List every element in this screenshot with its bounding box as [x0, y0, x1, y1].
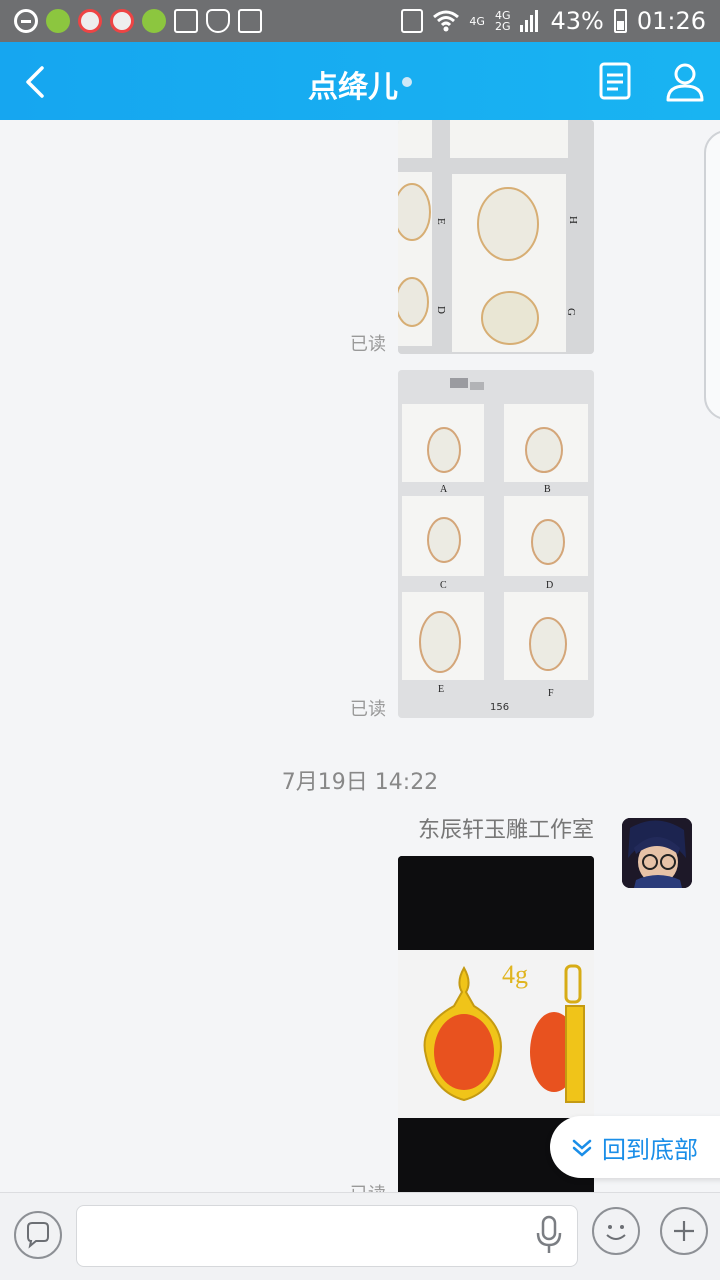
app-notification-icon: [142, 9, 166, 33]
catalog-label: A: [440, 484, 448, 495]
online-status-dot: [402, 77, 412, 87]
chat-title: 点绛儿: [308, 70, 398, 105]
message-input-bar: [0, 1192, 720, 1280]
battery-level: 43%: [550, 7, 604, 35]
status-bar: 4G 4G 2G 43% 01:26: [0, 0, 720, 42]
chevron-down-icon: [572, 1139, 592, 1157]
read-receipt: 已读: [350, 1180, 386, 1192]
svg-text:H: H: [567, 216, 579, 224]
microphone-icon[interactable]: [536, 1215, 562, 1255]
svg-text:E: E: [435, 218, 447, 225]
message-timestamp: 7月19日 14:22: [281, 770, 439, 795]
wifi-icon: [433, 10, 460, 32]
plus-icon[interactable]: [660, 1207, 708, 1255]
shield-icon: [206, 9, 230, 33]
signal-icon: [520, 10, 539, 32]
jump-to-bottom-label: 回到底部: [602, 1135, 698, 1164]
gallery-icon: [174, 9, 198, 33]
chat-header: 点绛儿: [0, 42, 720, 120]
partner-bubble-edge: [704, 130, 720, 420]
photo-caption: 4g: [502, 960, 528, 989]
sender-name: 东辰轩玉雕工作室: [417, 818, 594, 843]
catalog-label: F: [548, 688, 554, 699]
avatar-image: [622, 818, 692, 888]
catalog-label: E: [438, 684, 445, 695]
svg-text:G: G: [565, 308, 577, 316]
clock: 01:26: [636, 7, 706, 35]
catalog-page-number: 156: [490, 702, 510, 713]
battery-icon: [613, 9, 627, 33]
recycle-icon: [238, 9, 262, 33]
catalog-label: C: [440, 580, 447, 591]
jade-catalog-photo: E D H G: [398, 120, 594, 354]
message-list[interactable]: E D H G 已读 A B C D E F 156 已读 7月19日 14:2…: [0, 120, 720, 1192]
catalog-label: D: [546, 580, 554, 591]
chat-bubble-icon[interactable]: [14, 1211, 62, 1259]
avatar[interactable]: [622, 818, 692, 888]
message-input[interactable]: [76, 1205, 578, 1267]
jade-catalog-photo: [398, 370, 594, 718]
read-receipt: 已读: [350, 334, 386, 355]
dnd-icon: [14, 9, 38, 33]
jump-to-bottom-button[interactable]: 回到底部: [550, 1116, 720, 1178]
catalog-label: B: [544, 484, 551, 495]
emoji-icon[interactable]: [592, 1207, 640, 1255]
person-icon[interactable]: [664, 62, 706, 102]
read-receipt: 已读: [350, 699, 386, 720]
svg-text:D: D: [435, 306, 447, 314]
message-image[interactable]: E D H G: [398, 120, 594, 354]
message-image[interactable]: A B C D E F 156: [398, 370, 594, 718]
app-notification-icon: [46, 9, 70, 33]
app-notification-icon: [78, 9, 102, 33]
network-type-2g: 4G 2G: [494, 9, 511, 33]
network-type: 4G: [469, 14, 485, 28]
nfc-icon: [401, 9, 424, 33]
app-notification-icon: [110, 9, 134, 33]
document-icon[interactable]: [596, 62, 634, 100]
